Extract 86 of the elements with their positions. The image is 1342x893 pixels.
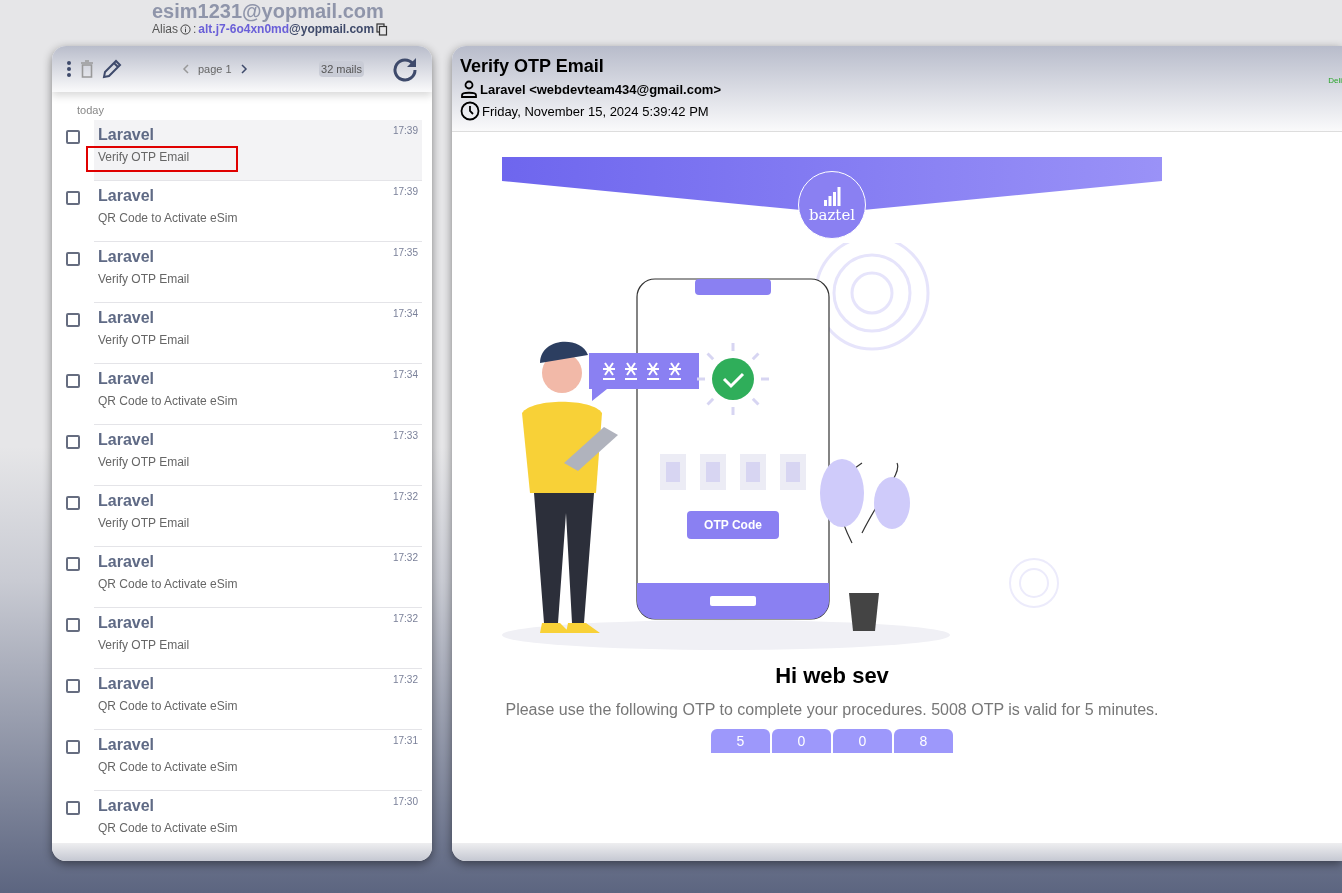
mail-time: 17:32	[392, 613, 418, 624]
mail-checkbox[interactable]	[66, 496, 80, 510]
mail-subject: QR Code to Activate eSim	[98, 577, 238, 591]
mail-time: 17:39	[392, 125, 418, 136]
mail-subject: Verify OTP Email	[98, 516, 190, 530]
mail-time: 17:30	[392, 796, 418, 807]
mail-item[interactable]: Laravel Verify OTP Email 17:32	[94, 608, 422, 669]
mail-checkbox[interactable]	[66, 435, 80, 449]
mail-subject: Verify OTP Email	[98, 150, 190, 164]
mail-time: 17:34	[392, 308, 418, 319]
mail-checkbox[interactable]	[66, 557, 80, 571]
mail-item[interactable]: Laravel Verify OTP Email 17:33	[94, 425, 422, 486]
mail-time: 17:32	[392, 491, 418, 502]
mail-checkbox[interactable]	[66, 130, 80, 144]
mail-checkbox[interactable]	[66, 679, 80, 693]
page-indicator: page 1	[198, 63, 232, 75]
clock-icon	[460, 101, 480, 121]
mail-time: 17:34	[392, 369, 418, 380]
alias-address[interactable]: alt.j7-6o4xn0md@yopmail.com	[198, 22, 375, 36]
pencil-icon[interactable]	[102, 59, 122, 79]
mail-sender: Laravel	[98, 248, 155, 266]
mail-sender: Laravel	[98, 736, 155, 754]
otp-digit: 0	[772, 729, 831, 753]
mail-checkbox[interactable]	[66, 374, 80, 388]
mail-sender: Laravel	[98, 370, 155, 388]
signal-bars-icon	[823, 186, 841, 206]
mail-item[interactable]: Laravel Verify OTP Email 17:34	[94, 303, 422, 364]
mail-checkbox[interactable]	[66, 740, 80, 754]
mail-subject: Verify OTP Email	[98, 272, 190, 286]
mail-subject: QR Code to Activate eSim	[98, 821, 238, 835]
mail-sender: Laravel	[98, 126, 155, 144]
mail-checkbox[interactable]	[66, 191, 80, 205]
copy-icon[interactable]	[376, 22, 389, 36]
otp-digit: 0	[833, 729, 892, 753]
mail-item[interactable]: Laravel Verify OTP Email 17:32	[94, 486, 422, 547]
greeting-heading: Hi web sev	[774, 663, 890, 689]
otp-instructions: Please use the following OTP to complete your procedures. 5008 OTP is valid for 5 minutes.	[504, 701, 1160, 719]
mail-count: 32 mails	[319, 61, 364, 77]
mail-sender: Laravel	[98, 492, 155, 510]
mail-sender: Laravel	[98, 797, 155, 815]
mail-item[interactable]: Laravel QR Code to Activate eSim 17:31	[94, 730, 422, 791]
mail-sender: Laravel	[98, 614, 155, 632]
mail-time: 17:33	[392, 430, 418, 441]
mail-item[interactable]: Laravel Verify OTP Email 17:35	[94, 242, 422, 303]
mail-subject: QR Code to Activate eSim	[98, 211, 238, 225]
message-date: Friday, November 15, 2024 5:39:42 PM	[482, 103, 709, 119]
mail-sender: Laravel	[98, 309, 155, 327]
email-address: esim1231@yopmail.com	[152, 0, 385, 22]
alias-separator: :	[193, 22, 197, 36]
mail-subject: Verify OTP Email	[98, 455, 190, 469]
mail-item[interactable]: Laravel QR Code to Activate eSim 17:32	[94, 669, 422, 730]
next-page-icon[interactable]	[239, 64, 248, 74]
mail-subject: QR Code to Activate eSim	[98, 699, 238, 713]
message-sender: Laravel <webdevteam434@gmail.com>	[480, 81, 722, 97]
person-icon	[460, 80, 478, 98]
mail-time: 17:35	[392, 247, 418, 258]
mail-item[interactable]: Laravel QR Code to Activate eSim 17:32	[94, 547, 422, 608]
mail-checkbox[interactable]	[66, 252, 80, 266]
refresh-icon[interactable]	[392, 56, 418, 82]
mail-subject: Verify OTP Email	[98, 333, 190, 347]
more-icon[interactable]	[66, 60, 72, 78]
mail-sender: Laravel	[98, 553, 155, 571]
otp-digit: 8	[894, 729, 953, 753]
delivery-status: Deli	[1328, 76, 1342, 85]
logo-text: baztel	[808, 206, 856, 224]
otp-code-label: OTP Code	[687, 511, 779, 539]
mail-sender: Laravel	[98, 431, 155, 449]
date-group-label: today	[76, 104, 105, 116]
mail-time: 17:32	[392, 552, 418, 563]
mail-time: 17:32	[392, 674, 418, 685]
mail-subject: Verify OTP Email	[98, 638, 190, 652]
info-icon	[180, 23, 191, 35]
mail-sender: Laravel	[98, 675, 155, 693]
otp-digit: 5	[711, 729, 770, 753]
mail-subject: QR Code to Activate eSim	[98, 760, 238, 774]
mail-item[interactable]: Laravel QR Code to Activate eSim 17:39	[94, 181, 422, 242]
mail-checkbox[interactable]	[66, 313, 80, 327]
alias-label: Alias	[152, 22, 178, 36]
mail-item[interactable]: Laravel QR Code to Activate eSim 17:34	[94, 364, 422, 425]
mail-checkbox[interactable]	[66, 801, 80, 815]
message-subject: Verify OTP Email	[460, 56, 605, 77]
mail-time: 17:39	[392, 186, 418, 197]
mail-subject: QR Code to Activate eSim	[98, 394, 238, 408]
mail-checkbox[interactable]	[66, 618, 80, 632]
mail-time: 17:31	[392, 735, 418, 746]
mail-sender: Laravel	[98, 187, 155, 205]
